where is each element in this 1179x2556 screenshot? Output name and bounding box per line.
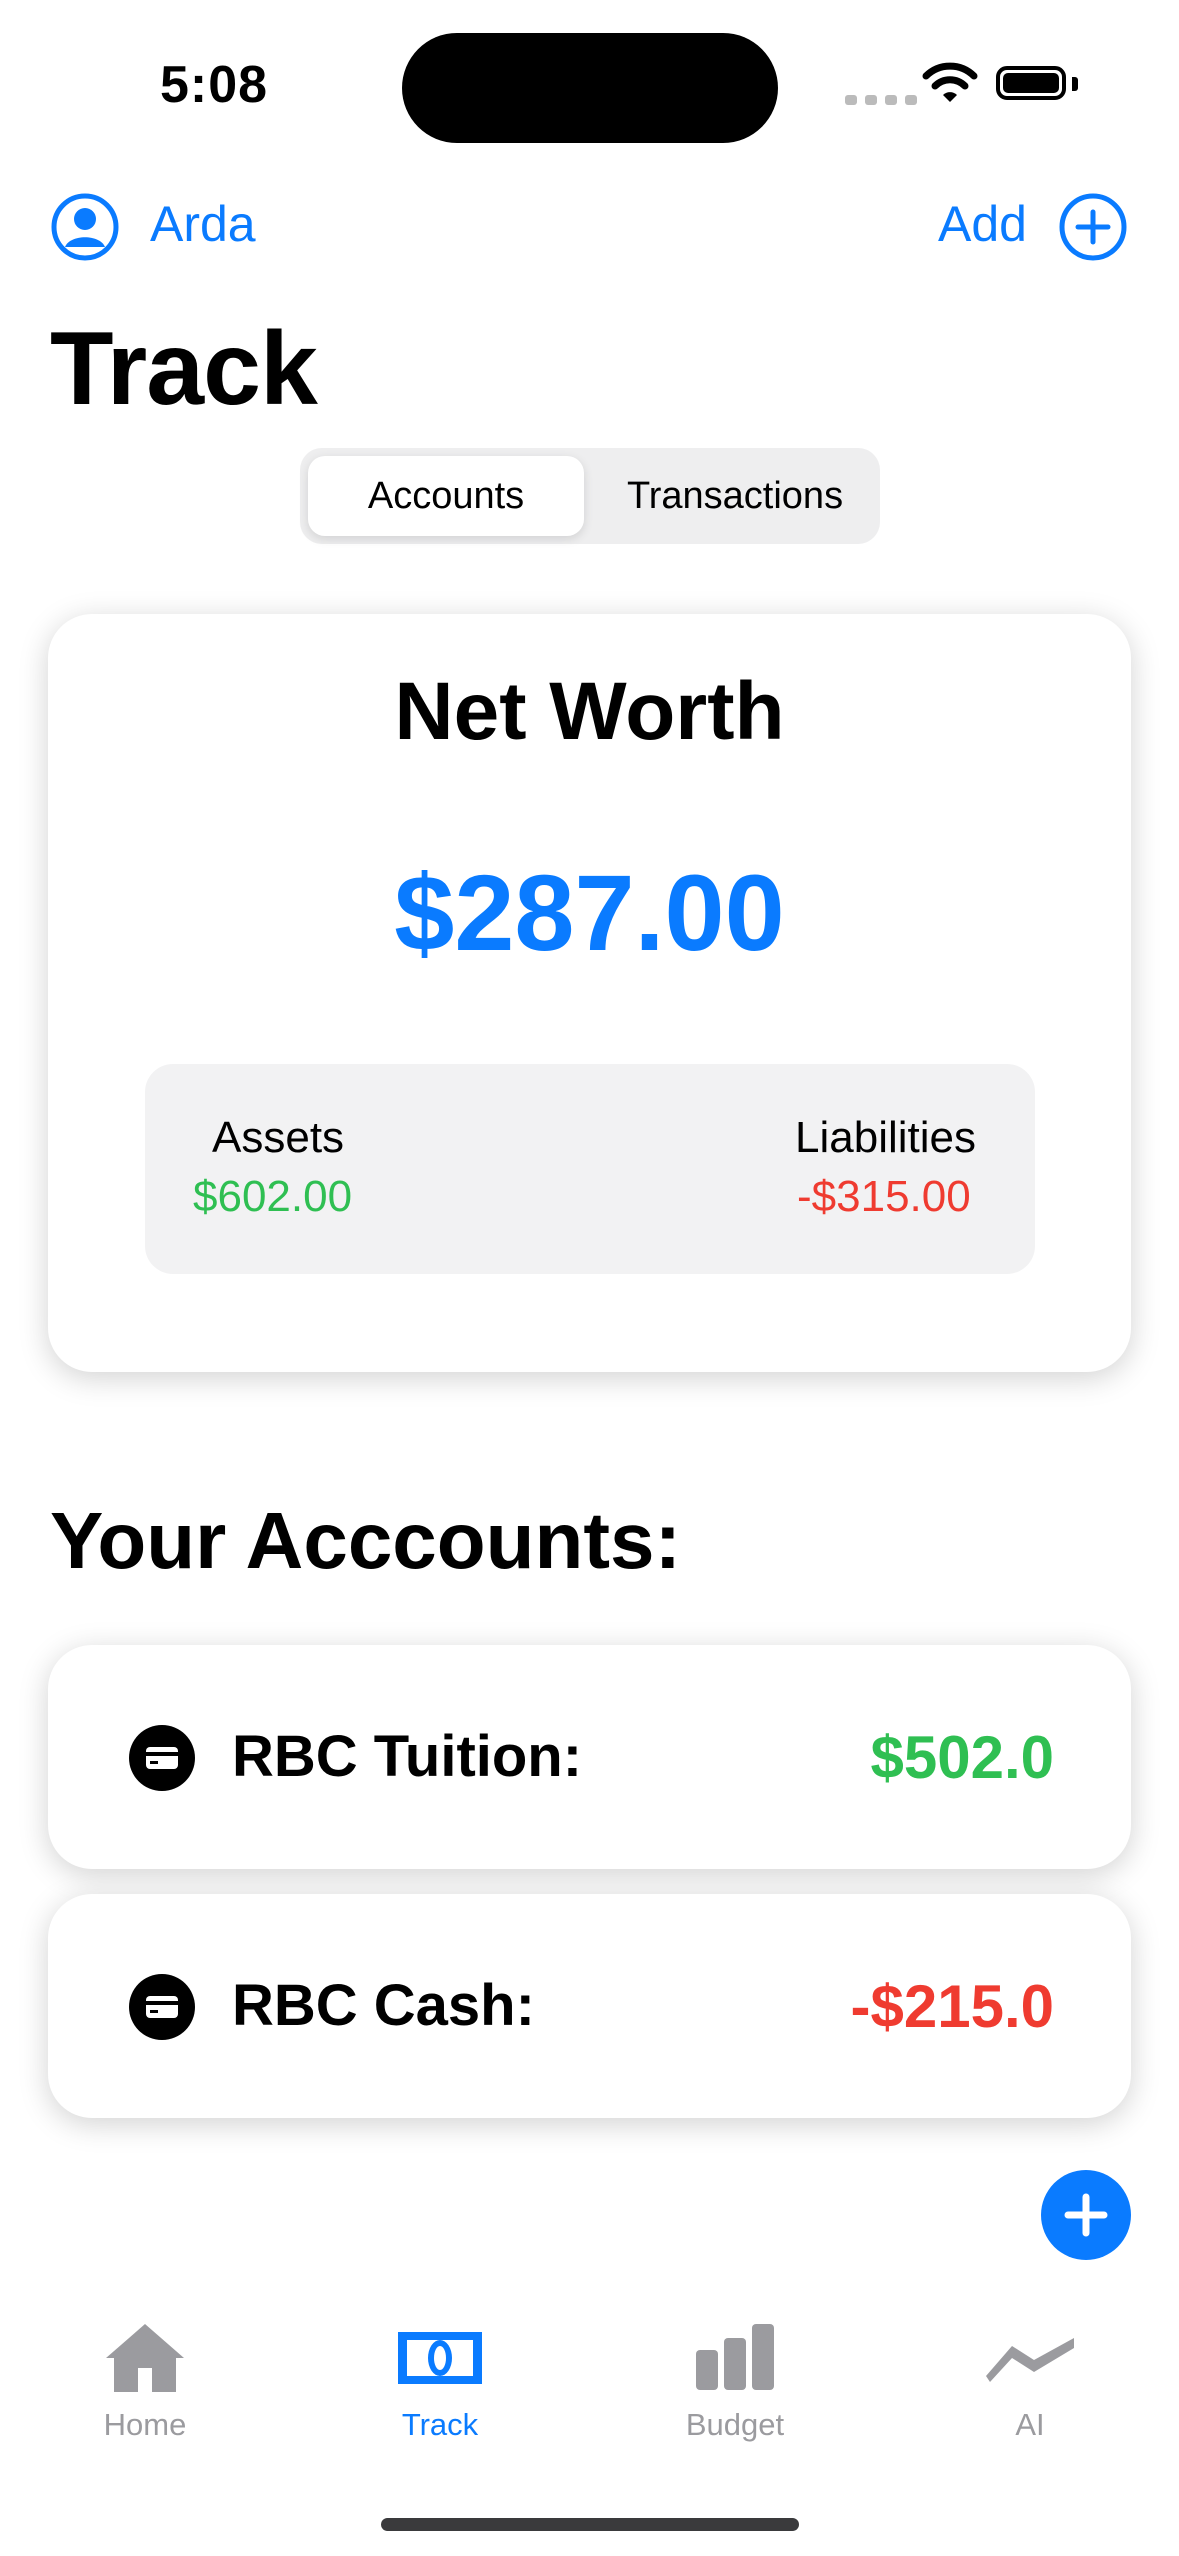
tab-home[interactable]: Home [45,2320,245,2443]
account-row[interactable]: RBC Cash: -$215.0 [48,1894,1131,2118]
credit-card-icon [129,1725,195,1791]
tab-ai[interactable]: AI [930,2320,1130,2443]
credit-card-icon [129,1974,195,2040]
add-button-label[interactable]: Add [938,195,1027,253]
add-account-fab[interactable] [1041,2170,1131,2260]
tab-track[interactable]: Track [340,2320,540,2443]
house-icon [106,2324,184,2392]
tab-transactions[interactable]: Transactions [590,456,880,536]
wifi-icon [922,62,978,109]
plus-icon [1064,2193,1108,2237]
status-time: 5:08 [160,56,269,114]
trend-line-icon [986,2338,1074,2382]
liabilities-value: -$315.00 [797,1172,971,1221]
home-indicator [381,2518,799,2531]
battery-icon [996,66,1066,100]
tab-budget[interactable]: Budget [635,2320,835,2443]
assets-label: Assets [212,1113,345,1162]
profile-icon[interactable] [50,192,120,262]
segmented-control: Accounts Transactions [300,448,880,544]
dynamic-island [402,33,778,143]
assets-liabilities-panel [145,1064,1035,1274]
account-row[interactable]: RBC Tuition: $502.0 [48,1645,1131,1869]
profile-name[interactable]: Arda [150,195,256,253]
accounts-section-title: Your Acccounts: [50,1496,682,1585]
account-name: RBC Tuition: [232,1724,583,1789]
banknote-icon [398,2332,482,2384]
account-balance: -$215.0 [850,1973,1055,2040]
tab-label: AI [1015,2407,1045,2442]
liabilities-label: Liabilities [795,1113,976,1162]
tab-label: Budget [685,2407,785,2442]
account-balance: $502.0 [870,1724,1054,1791]
net-worth-value: $287.00 [394,852,785,973]
net-worth-title: Net Worth [394,666,785,757]
assets-value: $602.00 [193,1172,353,1221]
page-title: Track [50,311,318,427]
battery-cap [1072,77,1078,91]
add-circle-icon[interactable] [1058,192,1128,262]
tab-accounts[interactable]: Accounts [308,456,584,536]
account-name: RBC Cash: [232,1973,535,2038]
bar-chart-icon [696,2324,774,2390]
tab-label: Track [401,2407,479,2442]
cellular-signal-icon [845,95,917,105]
tab-label: Home [103,2407,187,2442]
